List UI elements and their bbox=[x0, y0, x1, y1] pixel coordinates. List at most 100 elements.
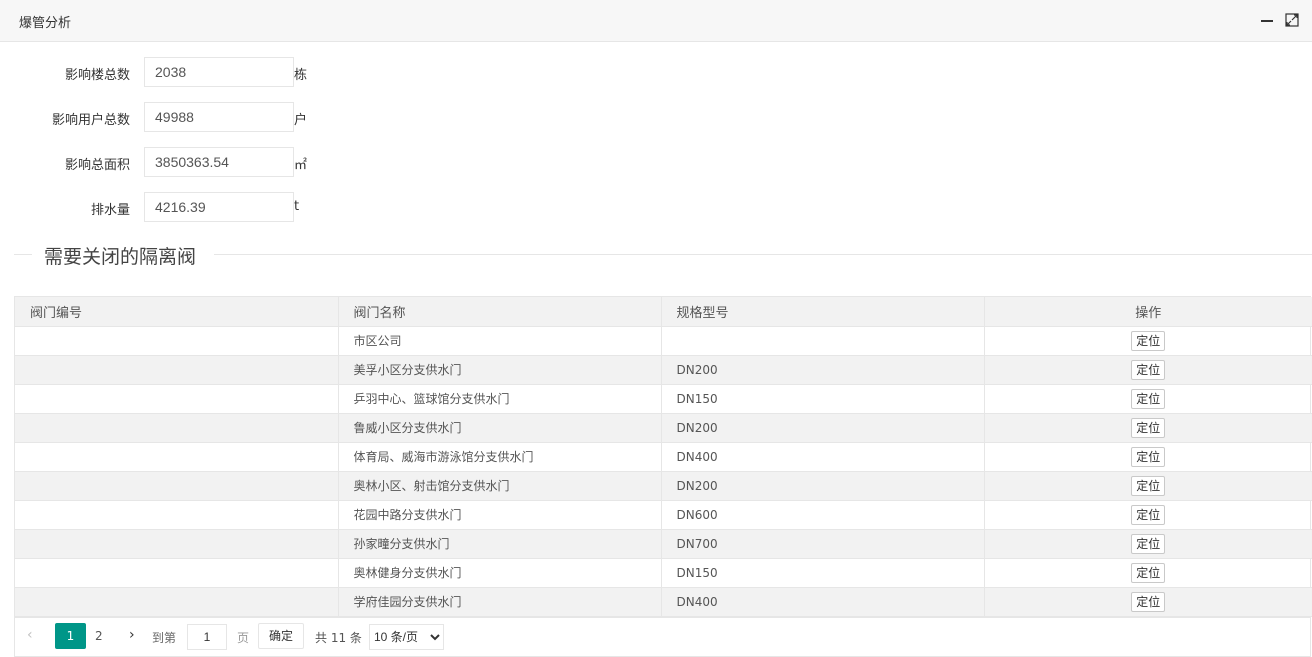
cell-code bbox=[15, 558, 339, 588]
table-header-row: 阀门编号 阀门名称 规格型号 操作 bbox=[15, 297, 1312, 327]
stat-unit-users: 户 bbox=[294, 113, 308, 128]
stat-field-drainage[interactable] bbox=[144, 192, 294, 222]
window-title: 爆管分析 bbox=[19, 16, 72, 31]
table-row: 奥林小区、射击馆分支供水门 DN200 定位 bbox=[15, 471, 1312, 501]
stat-unit-area: ㎡ bbox=[294, 158, 308, 173]
cell-spec: DN200 bbox=[661, 355, 985, 385]
stat-unit-drainage: t bbox=[294, 199, 300, 214]
stat-label-buildings: 影响楼总数 bbox=[64, 68, 130, 83]
cell-name: 体育局、威海市游泳馆分支供水门 bbox=[338, 442, 662, 472]
minus-icon[interactable] bbox=[1259, 12, 1275, 28]
valve-section-legend: 需要关闭的隔离阀 bbox=[44, 246, 197, 268]
cell-code bbox=[15, 500, 339, 530]
col-header-name[interactable]: 阀门名称 bbox=[338, 297, 662, 327]
locate-button[interactable]: 定位 bbox=[1131, 359, 1166, 380]
col-header-spec[interactable]: 规格型号 bbox=[661, 297, 985, 327]
locate-button[interactable]: 定位 bbox=[1131, 504, 1166, 525]
cell-op: 定位 bbox=[984, 471, 1312, 501]
locate-button[interactable]: 定位 bbox=[1131, 562, 1166, 583]
stat-field-area[interactable] bbox=[144, 147, 294, 177]
next-page-icon[interactable]: › bbox=[129, 627, 135, 643]
cell-op: 定位 bbox=[984, 587, 1312, 617]
valve-grid: 阀门编号 阀门名称 规格型号 操作 市区公司 定位 美孚小区分支供水门 DN20… bbox=[15, 297, 1312, 617]
cell-code bbox=[15, 355, 339, 385]
stat-unit-buildings: 栋 bbox=[294, 68, 308, 83]
prev-page-icon[interactable]: ‹ bbox=[27, 627, 33, 643]
valve-section-header: 需要关闭的隔离阀 bbox=[14, 242, 1312, 268]
cell-name: 乒羽中心、篮球馆分支供水门 bbox=[338, 384, 662, 414]
valve-table: 阀门编号 阀门名称 规格型号 操作 市区公司 定位 美孚小区分支供水门 DN20… bbox=[14, 296, 1312, 618]
stat-label-users: 影响用户总数 bbox=[51, 113, 130, 128]
cell-op: 定位 bbox=[984, 413, 1312, 443]
table-row: 学府佳园分支供水门 DN400 定位 bbox=[15, 587, 1312, 617]
locate-button[interactable]: 定位 bbox=[1131, 417, 1166, 438]
cell-code bbox=[15, 529, 339, 559]
cell-spec: DN200 bbox=[661, 413, 985, 443]
col-header-op[interactable]: 操作 bbox=[984, 297, 1312, 327]
window-titlebar: 爆管分析 bbox=[0, 0, 1312, 42]
page-button-2[interactable]: 2 bbox=[95, 629, 103, 643]
table-row: 美孚小区分支供水门 DN200 定位 bbox=[15, 355, 1312, 385]
stat-label-area: 影响总面积 bbox=[64, 158, 130, 173]
stat-field-users[interactable] bbox=[144, 102, 294, 132]
goto-page-input[interactable] bbox=[187, 624, 227, 650]
stat-row-buildings: 影响楼总数 栋 bbox=[0, 57, 400, 87]
cell-code bbox=[15, 587, 339, 617]
col-header-code[interactable]: 阀门编号 bbox=[15, 297, 339, 327]
table-row: 鲁威小区分支供水门 DN200 定位 bbox=[15, 413, 1312, 443]
locate-button[interactable]: 定位 bbox=[1131, 533, 1166, 554]
cell-op: 定位 bbox=[984, 500, 1312, 530]
goto-label: 到第 bbox=[152, 631, 177, 645]
cell-op: 定位 bbox=[984, 355, 1312, 385]
cell-spec: DN150 bbox=[661, 384, 985, 414]
cell-code bbox=[15, 442, 339, 472]
legend-line-left bbox=[14, 254, 32, 255]
stat-row-area: 影响总面积 ㎡ bbox=[0, 147, 400, 177]
cell-name: 市区公司 bbox=[338, 326, 662, 356]
cell-code bbox=[15, 413, 339, 443]
cell-op: 定位 bbox=[984, 442, 1312, 472]
page-button-current[interactable]: 1 bbox=[55, 623, 86, 649]
page-size-select[interactable]: 10 条/页 bbox=[369, 624, 444, 650]
total-count: 共 11 条 bbox=[315, 631, 362, 645]
cell-code bbox=[15, 384, 339, 414]
cell-spec: DN600 bbox=[661, 500, 985, 530]
expand-icon[interactable] bbox=[1284, 12, 1300, 28]
stat-row-drainage: 排水量 t bbox=[0, 192, 400, 222]
stat-label-drainage: 排水量 bbox=[90, 203, 130, 218]
cell-spec bbox=[661, 326, 985, 356]
locate-button[interactable]: 定位 bbox=[1131, 591, 1166, 612]
cell-spec: DN400 bbox=[661, 442, 985, 472]
table-row: 花园中路分支供水门 DN600 定位 bbox=[15, 500, 1312, 530]
cell-spec: DN150 bbox=[661, 558, 985, 588]
cell-name: 美孚小区分支供水门 bbox=[338, 355, 662, 385]
locate-button[interactable]: 定位 bbox=[1131, 388, 1166, 409]
cell-code bbox=[15, 471, 339, 501]
cell-name: 花园中路分支供水门 bbox=[338, 500, 662, 530]
table-row: 奥林健身分支供水门 DN150 定位 bbox=[15, 558, 1312, 588]
cell-op: 定位 bbox=[984, 326, 1312, 356]
cell-name: 奥林小区、射击馆分支供水门 bbox=[338, 471, 662, 501]
locate-button[interactable]: 定位 bbox=[1131, 330, 1166, 351]
minus-icon-svg bbox=[1261, 20, 1273, 22]
stat-field-buildings[interactable] bbox=[144, 57, 294, 87]
expand-icon-svg bbox=[1285, 13, 1299, 27]
cell-name: 鲁威小区分支供水门 bbox=[338, 413, 662, 443]
confirm-button[interactable]: 确定 bbox=[258, 623, 304, 649]
locate-button[interactable]: 定位 bbox=[1131, 446, 1166, 467]
cell-op: 定位 bbox=[984, 529, 1312, 559]
table-row: 市区公司 定位 bbox=[15, 326, 1312, 356]
stat-row-users: 影响用户总数 户 bbox=[0, 102, 400, 132]
table-row: 体育局、威海市游泳馆分支供水门 DN400 定位 bbox=[15, 442, 1312, 472]
locate-button[interactable]: 定位 bbox=[1131, 475, 1166, 496]
legend-line-right bbox=[214, 254, 1312, 255]
cell-spec: DN200 bbox=[661, 471, 985, 501]
table-row: 乒羽中心、篮球馆分支供水门 DN150 定位 bbox=[15, 384, 1312, 414]
cell-name: 学府佳园分支供水门 bbox=[338, 587, 662, 617]
cell-name: 奥林健身分支供水门 bbox=[338, 558, 662, 588]
cell-op: 定位 bbox=[984, 384, 1312, 414]
cell-code bbox=[15, 326, 339, 356]
page-unit-label: 页 bbox=[237, 631, 250, 645]
cell-spec: DN700 bbox=[661, 529, 985, 559]
cell-name: 孙家疃分支供水门 bbox=[338, 529, 662, 559]
